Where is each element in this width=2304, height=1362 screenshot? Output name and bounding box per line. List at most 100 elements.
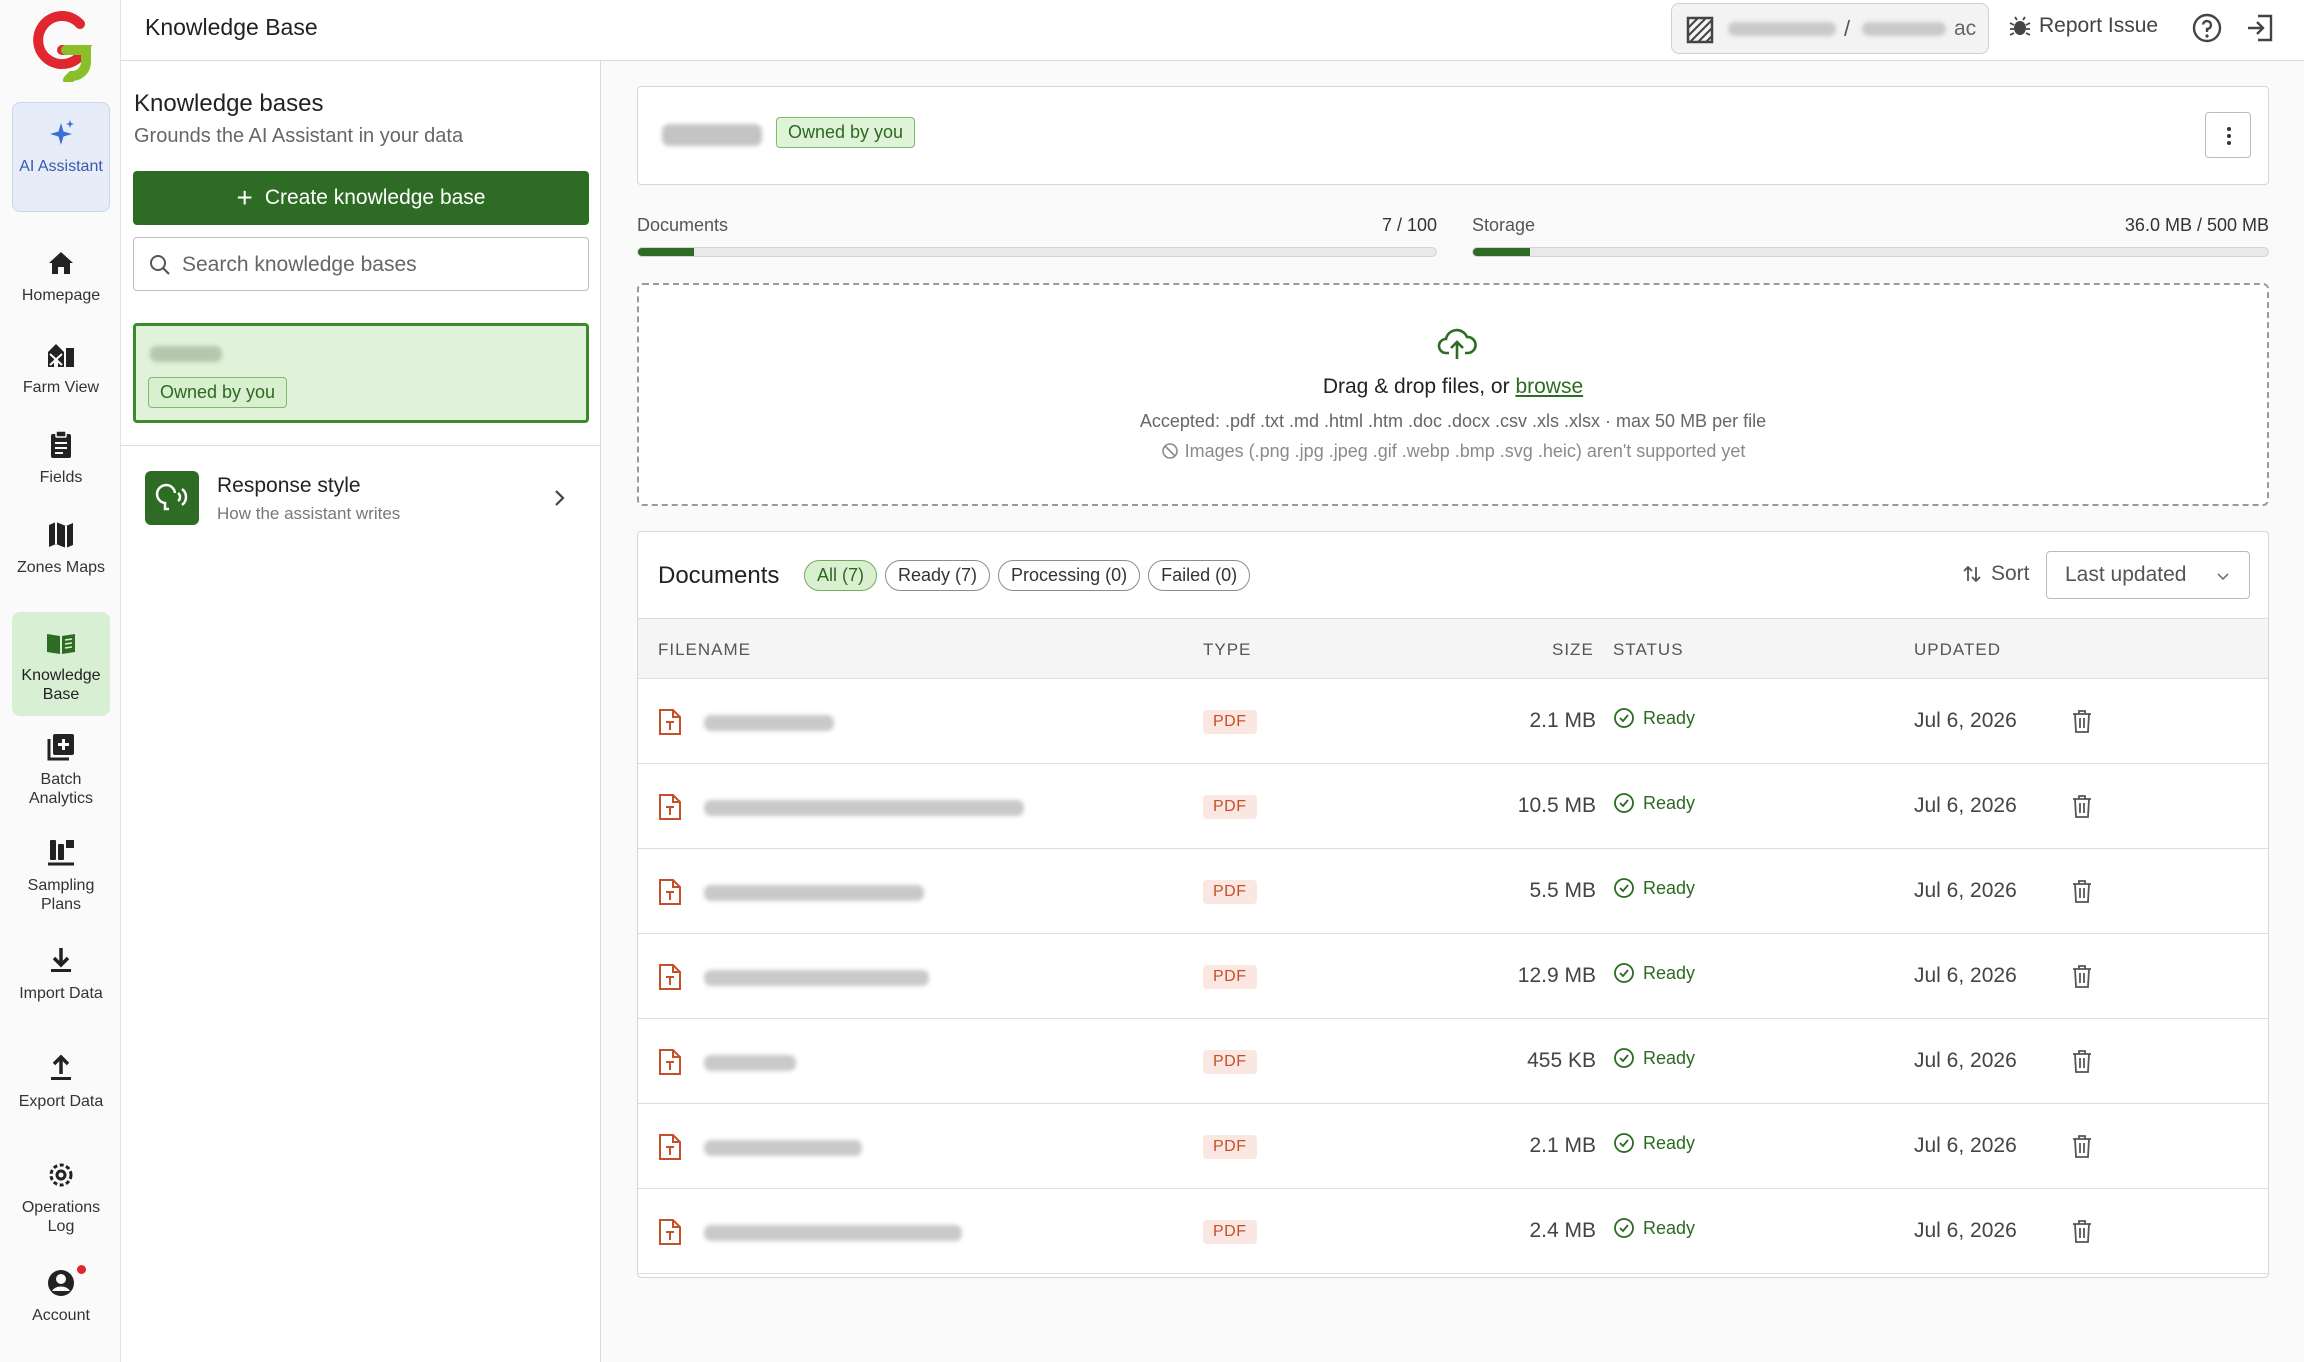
trash-icon[interactable] (2070, 963, 2094, 989)
sort-button[interactable]: Sort (1961, 562, 2030, 586)
response-style-title: Response style (217, 474, 361, 497)
table-row[interactable]: PDF 10.5 MB Ready Jul 6, 2026 (638, 764, 2268, 849)
account-name-redacted (1728, 22, 1836, 36)
more-options-button[interactable] (2205, 112, 2251, 158)
nav-label: Import Data (19, 985, 103, 1002)
logout-icon[interactable] (2244, 12, 2276, 44)
app-logo[interactable] (28, 10, 94, 82)
check-circle-icon (1614, 963, 1634, 983)
nav-label: Fields (39, 469, 83, 486)
panel-heading: Knowledge bases (134, 90, 324, 117)
file-dropzone[interactable]: Drag & drop files, or browse Accepted: .… (637, 283, 2269, 506)
nav-label: Knowledge Base (21, 667, 101, 703)
pdf-file-icon (659, 1049, 681, 1075)
nav-import-data[interactable]: Import Data (12, 944, 110, 1034)
response-style-item[interactable]: Response style How the assistant writes (121, 446, 601, 556)
trash-icon[interactable] (2070, 1133, 2094, 1159)
pdf-file-icon (659, 794, 681, 820)
dropzone-text: Drag & drop files, or (1322, 375, 1516, 398)
table-row[interactable]: PDF 2.1 MB Ready Jul 6, 2026 (638, 1104, 2268, 1189)
trash-icon[interactable] (2070, 1218, 2094, 1244)
report-issue-button[interactable]: Report Issue (2009, 14, 2158, 38)
documents-usage-bar (637, 247, 1437, 257)
sparkle-icon (50, 120, 74, 145)
trash-icon[interactable] (2070, 1048, 2094, 1074)
nav-zones-maps[interactable]: Zones Maps (12, 518, 110, 602)
nav-label: Zones Maps (16, 559, 106, 576)
create-knowledge-base-button[interactable]: + Create knowledge base (133, 171, 589, 225)
file-size: 5.5 MB (1529, 879, 1596, 902)
pdf-file-icon (659, 709, 681, 735)
account-separator: / (1844, 16, 1851, 41)
knowledge-base-list-panel: Knowledge bases Grounds the AI Assistant… (121, 61, 601, 1362)
trash-icon[interactable] (2070, 878, 2094, 904)
trash-icon[interactable] (2070, 793, 2094, 819)
column-size[interactable]: SIZE (1552, 640, 1594, 660)
table-header: FILENAME TYPE SIZE STATUS UPDATED (638, 618, 2268, 679)
status-label: Ready (1643, 1047, 1696, 1068)
nav-sampling-plans[interactable]: Sampling Plans (12, 836, 110, 926)
notification-dot (77, 1265, 86, 1274)
nav-batch-analytics[interactable]: Batch Analytics (12, 730, 110, 820)
column-filename[interactable]: FILENAME (658, 640, 751, 660)
nav-ai-assistant[interactable]: AI Assistant (12, 102, 110, 212)
documents-usage-fill (638, 248, 694, 256)
check-circle-icon (1614, 1133, 1634, 1153)
column-status[interactable]: STATUS (1613, 640, 1684, 660)
check-circle-icon (1614, 793, 1634, 813)
cloud-upload-icon (1437, 328, 1477, 359)
accepted-types: Accepted: .pdf .txt .md .html .htm .doc … (1139, 411, 1767, 431)
updated-date: Jul 6, 2026 (1914, 794, 2017, 817)
help-icon[interactable] (2191, 12, 2223, 44)
trash-icon[interactable] (2070, 708, 2094, 734)
account-suffix: ac (1954, 17, 1977, 40)
filter-processing[interactable]: Processing (0) (998, 560, 1141, 591)
search-input[interactable] (182, 248, 572, 282)
nav-label: Sampling Plans (27, 877, 95, 913)
type-badge: PDF (1203, 1135, 1257, 1159)
storage-usage-fill (1473, 248, 1531, 256)
status-label: Ready (1643, 962, 1696, 983)
create-button-label: Create knowledge base (264, 186, 486, 209)
owned-badge: Owned by you (148, 377, 288, 408)
type-badge: PDF (1203, 710, 1257, 734)
check-circle-icon (1614, 708, 1634, 728)
sort-icon (1963, 565, 1981, 583)
nav-farm-view[interactable]: Farm View (12, 338, 110, 410)
nav-knowledge-base[interactable]: Knowledge Base (12, 612, 110, 716)
type-badge: PDF (1203, 965, 1257, 989)
batch-icon (47, 734, 74, 761)
table-row[interactable]: PDF 5.5 MB Ready Jul 6, 2026 (638, 849, 2268, 934)
account-icon (48, 1270, 74, 1296)
page-title: Knowledge Base (145, 14, 318, 40)
filename-redacted (704, 1140, 862, 1156)
status-cell: Ready (1613, 1217, 1695, 1239)
nav-label: Batch Analytics (28, 771, 94, 807)
filter-failed[interactable]: Failed (0) (1148, 560, 1251, 591)
pdf-file-icon (659, 964, 681, 990)
file-size: 2.4 MB (1529, 1219, 1596, 1242)
book-icon (47, 634, 75, 654)
nav-homepage[interactable]: Homepage (12, 246, 110, 318)
bug-icon (2009, 16, 2031, 36)
filter-all[interactable]: All (7) (804, 560, 878, 591)
updated-date: Jul 6, 2026 (1914, 879, 2017, 902)
check-circle-icon (1614, 1218, 1634, 1238)
search-icon (150, 255, 170, 275)
table-row[interactable]: PDF 2.4 MB Ready Jul 6, 2026 (638, 1189, 2268, 1274)
nav-account[interactable]: Account (12, 1266, 110, 1338)
browse-link[interactable]: browse (1515, 375, 1583, 398)
nav-export-data[interactable]: Export Data (12, 1052, 110, 1142)
account-selector[interactable]: / ac (1671, 3, 1989, 54)
table-row[interactable]: PDF 2.1 MB Ready Jul 6, 2026 (638, 679, 2268, 764)
nav-fields[interactable]: Fields (12, 428, 110, 500)
nav-operations-log[interactable]: Operations Log (12, 1158, 110, 1248)
table-row[interactable]: PDF 455 KB Ready Jul 6, 2026 (638, 1019, 2268, 1104)
column-type[interactable]: TYPE (1203, 640, 1251, 660)
column-updated[interactable]: UPDATED (1914, 640, 2001, 660)
sort-select[interactable]: Last updated (2046, 551, 2250, 599)
knowledge-base-card-selected[interactable]: Owned by you (133, 323, 589, 423)
table-row[interactable]: PDF 12.9 MB Ready Jul 6, 2026 (638, 934, 2268, 1019)
filter-ready[interactable]: Ready (7) (885, 560, 991, 591)
main-content: Owned by you Documents 7 / 100 Storage 3… (601, 61, 2304, 1362)
